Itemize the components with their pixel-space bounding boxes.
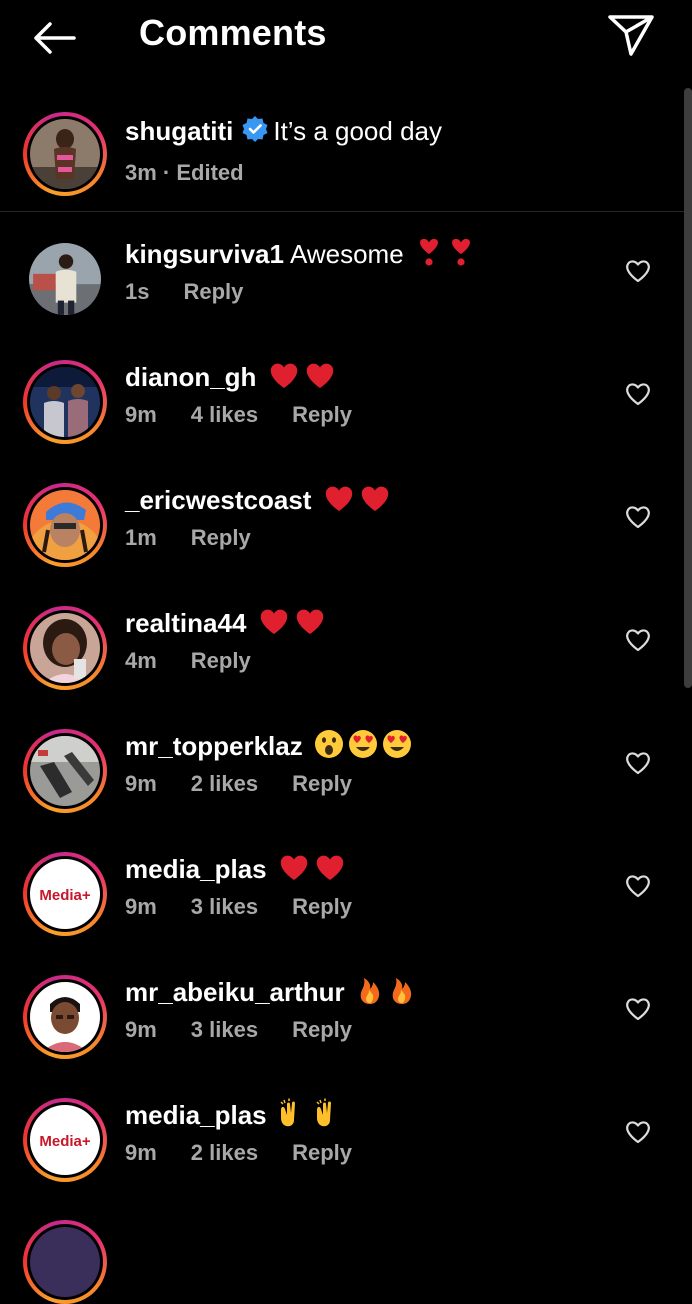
comment-time: 4m bbox=[125, 648, 157, 673]
avatar bbox=[30, 736, 100, 806]
comment-time: 9m bbox=[125, 771, 157, 796]
heart-outline-icon[interactable] bbox=[625, 259, 651, 283]
fire-icon bbox=[388, 975, 416, 1013]
comment-time: 1s bbox=[125, 279, 150, 304]
avatar-ring[interactable]: Media+ bbox=[23, 1098, 107, 1182]
comment-item: mr_abeiku_arthur 9m 3 likes Reply bbox=[0, 975, 684, 1098]
comment-username[interactable]: media_plas bbox=[125, 1100, 267, 1130]
like-count[interactable]: 3 likes bbox=[191, 894, 258, 919]
divider bbox=[0, 211, 684, 212]
avatar bbox=[30, 367, 100, 437]
heart-eyes-icon bbox=[382, 729, 412, 767]
avatar bbox=[30, 490, 100, 560]
avatar-ring[interactable] bbox=[23, 975, 107, 1059]
avatar-wrap[interactable] bbox=[23, 237, 107, 321]
avatar-ring[interactable] bbox=[23, 606, 107, 690]
comment-item: Media+ media_plas 9m 3 likes Reply bbox=[0, 852, 684, 975]
red-heart-icon bbox=[278, 853, 310, 889]
avatar bbox=[30, 119, 100, 189]
avatar-ring[interactable] bbox=[23, 1220, 107, 1304]
avatar bbox=[29, 243, 101, 315]
media-logo-avatar: Media+ bbox=[30, 859, 100, 929]
comment-username[interactable]: realtina44 bbox=[125, 608, 246, 638]
comment-username[interactable]: mr_abeiku_arthur bbox=[125, 977, 345, 1007]
verified-badge-icon bbox=[241, 115, 269, 151]
page-title: Comments bbox=[139, 12, 327, 53]
reply-button[interactable]: Reply bbox=[292, 894, 352, 919]
like-count[interactable]: 3 likes bbox=[191, 1017, 258, 1042]
comment-time: 1m bbox=[125, 525, 157, 550]
caption-text: It’s a good day bbox=[273, 116, 442, 146]
comment-time: 9m bbox=[125, 402, 157, 427]
red-heart-icon bbox=[258, 607, 290, 643]
heart-eyes-icon bbox=[348, 729, 378, 767]
comment-username[interactable]: mr_topperklaz bbox=[125, 731, 303, 761]
reply-button[interactable]: Reply bbox=[292, 402, 352, 427]
red-heart-icon bbox=[294, 607, 326, 643]
comment-username[interactable]: _ericwestcoast bbox=[125, 485, 311, 515]
caption-meta: 3m · Edited bbox=[125, 160, 244, 185]
arrow-left-icon bbox=[34, 22, 76, 54]
comment-item: Media+ media_plas 9m 2 likes Reply bbox=[0, 1098, 684, 1221]
heart-outline-icon[interactable] bbox=[625, 1120, 651, 1144]
comment-text: Awesome bbox=[289, 239, 404, 269]
red-heart-icon bbox=[359, 484, 391, 520]
paper-plane-icon bbox=[608, 15, 654, 56]
back-button[interactable] bbox=[28, 14, 80, 62]
comment-item: mr_topperklaz 9m 2 likes Reply bbox=[0, 729, 684, 852]
avatar bbox=[30, 613, 100, 683]
reply-button[interactable]: Reply bbox=[292, 1017, 352, 1042]
svg-text:Media+: Media+ bbox=[39, 1133, 91, 1150]
heart-outline-icon[interactable] bbox=[625, 997, 651, 1021]
raising-hands-icon bbox=[314, 1098, 346, 1136]
comment-time: 9m bbox=[125, 1017, 157, 1042]
heart-outline-icon[interactable] bbox=[625, 382, 651, 406]
heart-outline-icon[interactable] bbox=[625, 874, 651, 898]
heavy-heart-exclamation-icon bbox=[415, 237, 443, 275]
comment-item: realtina44 4m Reply bbox=[0, 606, 684, 729]
red-heart-icon bbox=[314, 853, 346, 889]
avatar-ring[interactable] bbox=[23, 360, 107, 444]
fire-icon bbox=[356, 975, 384, 1013]
heart-outline-icon[interactable] bbox=[625, 628, 651, 652]
heart-outline-icon[interactable] bbox=[625, 505, 651, 529]
like-count[interactable]: 4 likes bbox=[191, 402, 258, 427]
avatar-ring[interactable] bbox=[23, 729, 107, 813]
avatar-ring[interactable] bbox=[23, 483, 107, 567]
reply-button[interactable]: Reply bbox=[191, 648, 251, 673]
heavy-heart-exclamation-icon bbox=[447, 237, 475, 275]
astonished-face-icon bbox=[314, 729, 344, 767]
post-caption: shugatiti It’s a good day 3m · Edited bbox=[0, 96, 684, 211]
red-heart-icon bbox=[268, 361, 300, 397]
caption-username[interactable]: shugatiti bbox=[125, 116, 233, 146]
reply-button[interactable]: Reply bbox=[183, 279, 243, 304]
comment-username[interactable]: media_plas bbox=[125, 854, 267, 884]
raising-hands-icon bbox=[278, 1098, 310, 1136]
scrollbar[interactable] bbox=[684, 88, 692, 688]
red-heart-icon bbox=[323, 484, 355, 520]
heart-outline-icon[interactable] bbox=[625, 751, 651, 775]
comment-time: 9m bbox=[125, 894, 157, 919]
like-count[interactable]: 2 likes bbox=[191, 771, 258, 796]
comment-username[interactable]: dianon_gh bbox=[125, 362, 256, 392]
media-logo-avatar: Media+ bbox=[30, 1105, 100, 1175]
comment-item: dianon_gh 9m 4 likes Reply bbox=[0, 360, 684, 483]
avatar bbox=[30, 982, 100, 1052]
top-bar: Comments bbox=[0, 0, 692, 76]
svg-text:Media+: Media+ bbox=[39, 887, 91, 904]
like-count[interactable]: 2 likes bbox=[191, 1140, 258, 1165]
avatar bbox=[30, 1227, 100, 1297]
comment-username[interactable]: kingsurviva1 bbox=[125, 239, 284, 269]
red-heart-icon bbox=[304, 361, 336, 397]
comment-item: _ericwestcoast 1m Reply bbox=[0, 483, 684, 606]
reply-button[interactable]: Reply bbox=[292, 771, 352, 796]
reply-button[interactable]: Reply bbox=[292, 1140, 352, 1165]
comment-item: kingsurviva1 Awesome 1s Reply bbox=[0, 237, 684, 360]
reply-button[interactable]: Reply bbox=[191, 525, 251, 550]
avatar-ring[interactable]: Media+ bbox=[23, 852, 107, 936]
comment-time: 9m bbox=[125, 1140, 157, 1165]
avatar-ring[interactable] bbox=[23, 112, 107, 196]
share-button[interactable] bbox=[604, 12, 658, 60]
